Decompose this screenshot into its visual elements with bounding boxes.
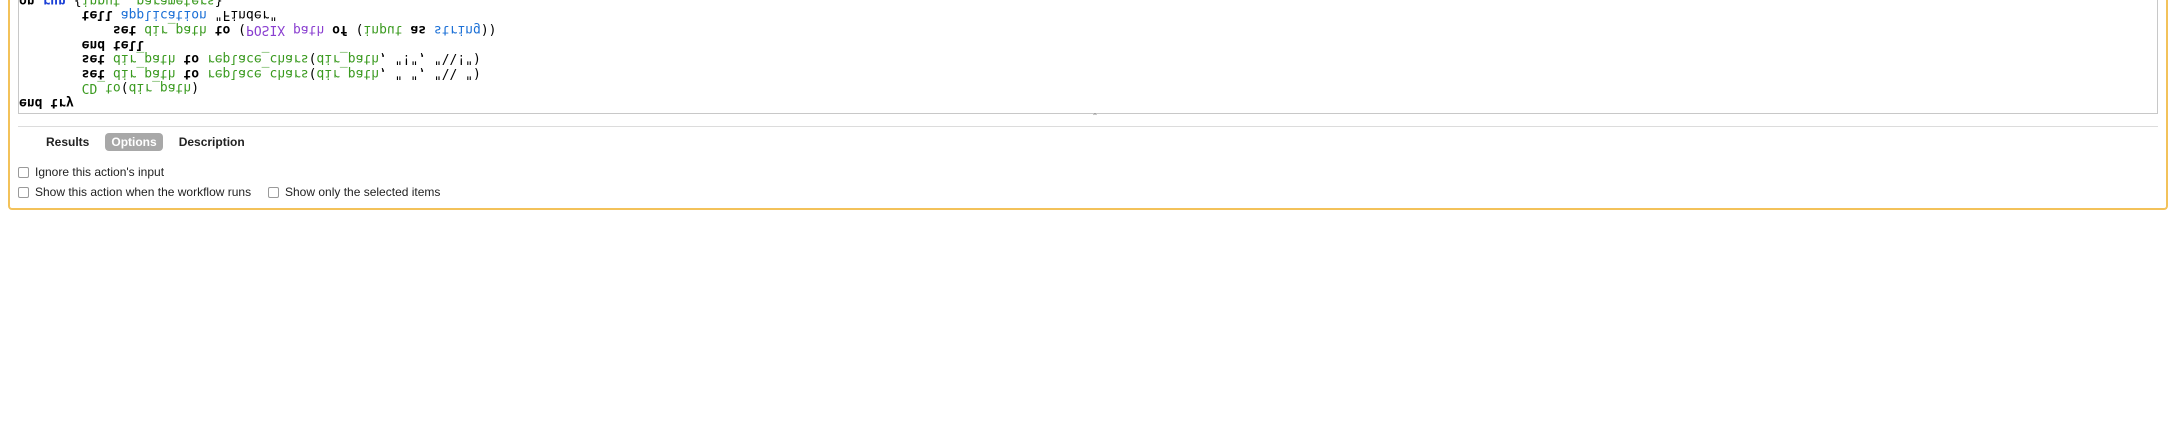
code-token: dir_path [112,65,176,81]
code-line: end try [19,94,497,110]
code-token: ( [120,80,129,96]
code-line: on run {input, parameters} [19,0,497,8]
code-token: to [183,65,200,81]
action-panel: end try CD_to(dir_path) set dir_path to … [8,0,2168,210]
ignore-input-checkbox[interactable] [18,166,29,178]
code-token: set [81,65,106,81]
code-token: ( [347,21,364,37]
code-token: application [120,7,207,23]
code-token: , "!", "\\!") [379,50,481,66]
code-token: as [410,21,427,37]
code-token: of [332,21,348,37]
code-token: path [292,21,325,37]
code-token: , [120,0,137,8]
code-token: dir_path [128,80,192,96]
code-token: dir_path [112,50,176,66]
code-token: dir_path [316,50,380,66]
code-token: , " ", "\\ ") [379,65,481,81]
code-token: )) [480,21,497,37]
code-token: parameters [136,0,215,8]
code-line: tell application "Finder" [19,7,497,22]
code-token: input [363,21,403,37]
show-action-option[interactable]: Show this action when the workflow runs [18,185,251,199]
tab-bar: Results Options Description [40,133,251,151]
code-token: { [65,0,82,8]
script-code[interactable]: end try CD_to(dir_path) set dir_path to … [19,0,497,110]
show-action-label: Show this action when the workflow runs [35,185,252,199]
code-token: tell [81,7,113,23]
code-token: end [81,36,106,52]
show-action-checkbox[interactable] [18,186,29,198]
script-editor[interactable]: end try CD_to(dir_path) set dir_path to … [18,0,2158,114]
code-token: tell [112,36,145,52]
code-token: to [214,21,231,37]
code-token: ) [191,80,200,96]
code-token: set [112,21,137,37]
tab-results[interactable]: Results [40,133,95,151]
code-token: set [81,50,106,66]
code-line: set dir_path to replace_chars(dir_path, … [19,50,497,66]
code-line: set dir_path to replace_chars(dir_path, … [19,65,497,81]
code-line: set dir_path to (POSIX path of (input as… [19,21,497,37]
code-token: } [214,0,223,8]
code-token: POSIX [246,21,286,37]
code-token: run [42,0,66,8]
code-token: dir_path [316,65,380,81]
show-selected-label: Show only the selected items [285,185,441,199]
code-token: to [183,50,200,66]
code-token: CD_to [81,80,121,96]
tab-options[interactable]: Options [105,133,163,151]
code-token: replace_chars [206,50,309,66]
show-selected-checkbox[interactable] [268,186,279,198]
code-token: ( [230,21,246,37]
ignore-input-label: Ignore this action's input [35,165,165,179]
code-token: string [433,21,481,37]
resize-handle[interactable]: ⌃ [1090,113,1100,121]
code-token: "Finder" [206,7,278,23]
code-token: end try [19,94,74,110]
code-token: on [19,0,35,8]
show-selected-option[interactable]: Show only the selected items [268,185,440,199]
ignore-input-option[interactable]: Ignore this action's input [18,165,164,179]
code-token: input [81,0,121,8]
code-token: replace_chars [206,65,309,81]
code-line: end tell [19,36,497,51]
code-line: CD_to(dir_path) [19,80,497,95]
code-token: dir_path [144,21,207,37]
tab-description[interactable]: Description [173,133,251,151]
divider [18,126,2158,127]
